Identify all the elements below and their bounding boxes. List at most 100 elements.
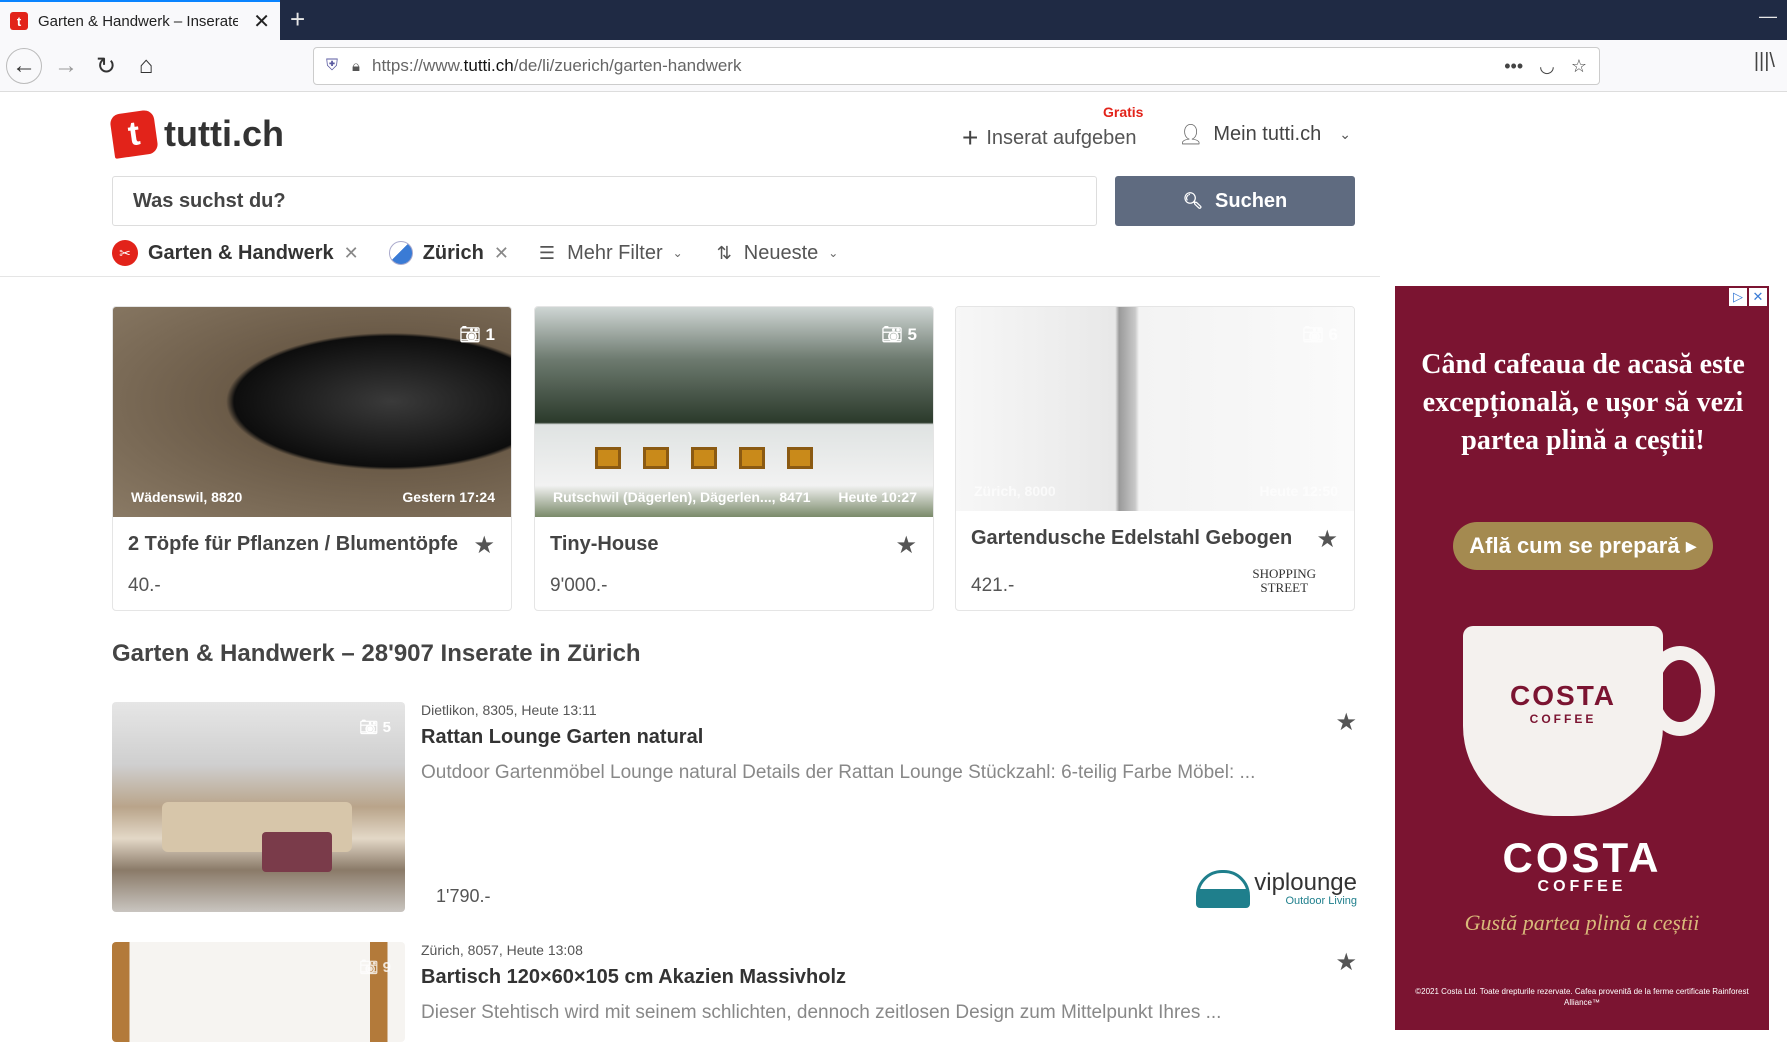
listing-image[interactable]: 📷︎ 1 Wädenswil, 8820 Gestern 17:24 [113, 307, 511, 517]
card-price: 40.- [128, 575, 161, 596]
listing-title[interactable]: Rattan Lounge Garten natural [421, 726, 703, 749]
logo-text: tutti.ch [164, 113, 284, 154]
card-time: Gestern 17:24 [402, 489, 495, 505]
ad-cta-button[interactable]: Află cum se prepară ▸ [1453, 522, 1713, 570]
page-actions-icon[interactable]: ••• [1504, 56, 1523, 77]
pocket-icon[interactable]: ◡ [1539, 56, 1555, 77]
card-location: Zürich, 8000 [974, 483, 1056, 499]
tutti-logo[interactable]: t tutti.ch [109, 109, 284, 159]
gratis-label: Gratis [1103, 104, 1144, 120]
favorite-star-icon[interactable]: ★ [1335, 708, 1357, 737]
chevron-down-icon: ⌄ [1339, 126, 1351, 142]
lock-icon[interactable]: 🔒︎ [352, 58, 360, 75]
seller-subtitle: Outdoor Living [1285, 895, 1357, 907]
listing-row[interactable]: 📷︎ 9 Zürich, 8057, Heute 13:08 Bartisch … [112, 942, 1357, 1042]
minimize-icon[interactable]: — [1759, 6, 1777, 27]
plus-icon: + [962, 122, 979, 153]
bookmark-star-icon[interactable]: ☆ [1571, 56, 1587, 77]
favorite-star-icon[interactable]: ★ [473, 531, 495, 560]
post-ad-button[interactable]: + Inserat aufgeben [962, 122, 1136, 154]
adchoices-icon[interactable]: ▷ [1729, 288, 1747, 306]
tutti-favicon-icon: t [10, 12, 28, 30]
listing-image[interactable]: 📷︎ 6 Zürich, 8000 Heute 12:50 [956, 307, 1354, 511]
sort-label: Neueste [743, 241, 819, 264]
tab-title: Garten & Handwerk – Inserate [38, 12, 238, 30]
search-icon: 🔍︎ [1182, 193, 1204, 210]
forward-icon[interactable]: → [48, 48, 84, 84]
card-title[interactable]: 2 Töpfe für Pflanzen / Blumentöpfe [128, 533, 458, 556]
more-filters-dropdown[interactable]: ☰ Mehr Filter ⌄ [539, 242, 683, 265]
ad-tagline: Gustă partea plină a ceștii [1464, 910, 1700, 935]
browser-tab-bar: t Garten & Handwerk – Inserate ✕ + — [0, 0, 1787, 40]
location-icon [388, 241, 413, 265]
url-bar[interactable]: ⛨ 🔒︎ https://www.tutti.ch/de/li/zuerich/… [313, 47, 1600, 85]
camera-icon: 📷︎ 5 [359, 719, 391, 736]
card-title[interactable]: Tiny-House [550, 533, 659, 556]
browser-tab[interactable]: t Garten & Handwerk – Inserate ✕ [0, 0, 280, 40]
home-icon[interactable]: ⌂ [128, 48, 164, 84]
back-icon[interactable]: ← [6, 48, 42, 84]
seller-logo[interactable]: SHOPPING STREET [1252, 566, 1316, 596]
location-filter-label: Zürich [422, 241, 484, 264]
filter-bar: ✂ Garten & Handwerk ✕ Zürich ✕ ☰ Mehr Fi… [112, 238, 872, 268]
card-location: Wädenswil, 8820 [131, 489, 243, 505]
category-filter-label: Garten & Handwerk [148, 241, 334, 264]
listing-title[interactable]: Bartisch 120×60×105 cm Akazien Massivhol… [421, 966, 846, 989]
card-title[interactable]: Gartendusche Edelstahl Gebogen [971, 527, 1292, 550]
ad-brand-sub: COFFEE [1537, 878, 1627, 895]
advertisement[interactable]: ▷ ✕ Când cafeaua de acasă este excepțion… [1395, 286, 1769, 1030]
reload-icon[interactable]: ↻ [88, 48, 124, 84]
tools-icon: ✂ [112, 240, 138, 266]
seller-name: viplounge [1254, 869, 1357, 896]
camera-icon: 📷︎ 6 [1302, 325, 1338, 344]
close-tab-icon[interactable]: ✕ [253, 9, 270, 34]
card-price: 9'000.- [550, 575, 608, 596]
card-time: Heute 12:50 [1259, 483, 1338, 499]
favorite-star-icon[interactable]: ★ [895, 531, 917, 560]
more-filters-label: Mehr Filter [567, 241, 663, 264]
featured-card[interactable]: 📷︎ 6 Zürich, 8000 Heute 12:50 Gartendusc… [955, 306, 1355, 611]
remove-location-icon[interactable]: ✕ [494, 243, 509, 264]
card-price: 421.- [971, 575, 1015, 596]
sofa-logo-icon [1196, 870, 1251, 908]
account-menu[interactable]: 👤︎ Mein tutti.ch ⌄ [1178, 122, 1351, 147]
listing-description: Outdoor Gartenmöbel Lounge natural Detai… [421, 762, 1256, 783]
category-filter-chip[interactable]: ✂ Garten & Handwerk ✕ [112, 240, 359, 266]
listing-row[interactable]: 📷︎ 5 Dietlikon, 8305, Heute 13:11 Rattan… [112, 702, 1357, 912]
browser-nav-bar: ← → ↻ ⌂ ⛨ 🔒︎ https://www.tutti.ch/de/li/… [0, 40, 1787, 92]
camera-icon: 📷︎ 1 [459, 325, 495, 344]
account-label: Mein tutti.ch [1213, 123, 1322, 145]
search-button-label: Suchen [1215, 189, 1288, 212]
close-ad-icon[interactable]: ✕ [1749, 288, 1767, 306]
listing-meta: Zürich, 8057, Heute 13:08 [421, 942, 583, 958]
user-icon: 👤︎ [1178, 124, 1204, 146]
library-icon[interactable]: |||\ [1754, 50, 1775, 73]
listing-meta: Dietlikon, 8305, Heute 13:11 [421, 702, 597, 718]
blanket-illustration [262, 832, 332, 872]
sort-dropdown[interactable]: ⇅ Neueste ⌄ [717, 242, 839, 265]
camera-icon: 📷︎ 9 [359, 959, 391, 976]
chevron-down-icon: ⌄ [672, 246, 683, 260]
seller-logo[interactable]: viplounge Outdoor Living [1196, 870, 1357, 908]
cup-logo: COSTA COFFEE [1510, 680, 1616, 726]
listing-price: 1'790.- [436, 886, 491, 906]
featured-card[interactable]: 📷︎ 1 Wädenswil, 8820 Gestern 17:24 2 Töp… [112, 306, 512, 611]
listing-description: Dieser Stehtisch wird mit seinem schlich… [421, 1002, 1222, 1023]
listing-thumbnail[interactable]: 📷︎ 5 [112, 702, 405, 912]
search-input[interactable]: Was suchst du? [112, 176, 1097, 226]
header-divider [0, 276, 1380, 277]
search-button[interactable]: 🔍︎ Suchen [1115, 176, 1355, 226]
remove-category-icon[interactable]: ✕ [344, 243, 359, 264]
url-text[interactable]: https://www.tutti.ch/de/li/zuerich/garte… [372, 56, 741, 76]
featured-card[interactable]: 📷︎ 5 Rutschwil (Dägerlen), Dägerlen..., … [534, 306, 934, 611]
favorite-star-icon[interactable]: ★ [1335, 948, 1357, 977]
tutti-logo-icon: t [109, 109, 159, 159]
new-tab-icon[interactable]: + [290, 4, 305, 35]
tracking-shield-icon[interactable]: ⛨ [326, 57, 338, 75]
listing-image[interactable]: 📷︎ 5 Rutschwil (Dägerlen), Dägerlen..., … [535, 307, 933, 517]
listing-thumbnail[interactable]: 📷︎ 9 [112, 942, 405, 1042]
location-filter-chip[interactable]: Zürich ✕ [388, 241, 509, 265]
house-illustration [595, 447, 813, 469]
favorite-star-icon[interactable]: ★ [1316, 525, 1338, 554]
ad-headline: Când cafeaua de acasă este excepțională,… [1421, 349, 1745, 456]
